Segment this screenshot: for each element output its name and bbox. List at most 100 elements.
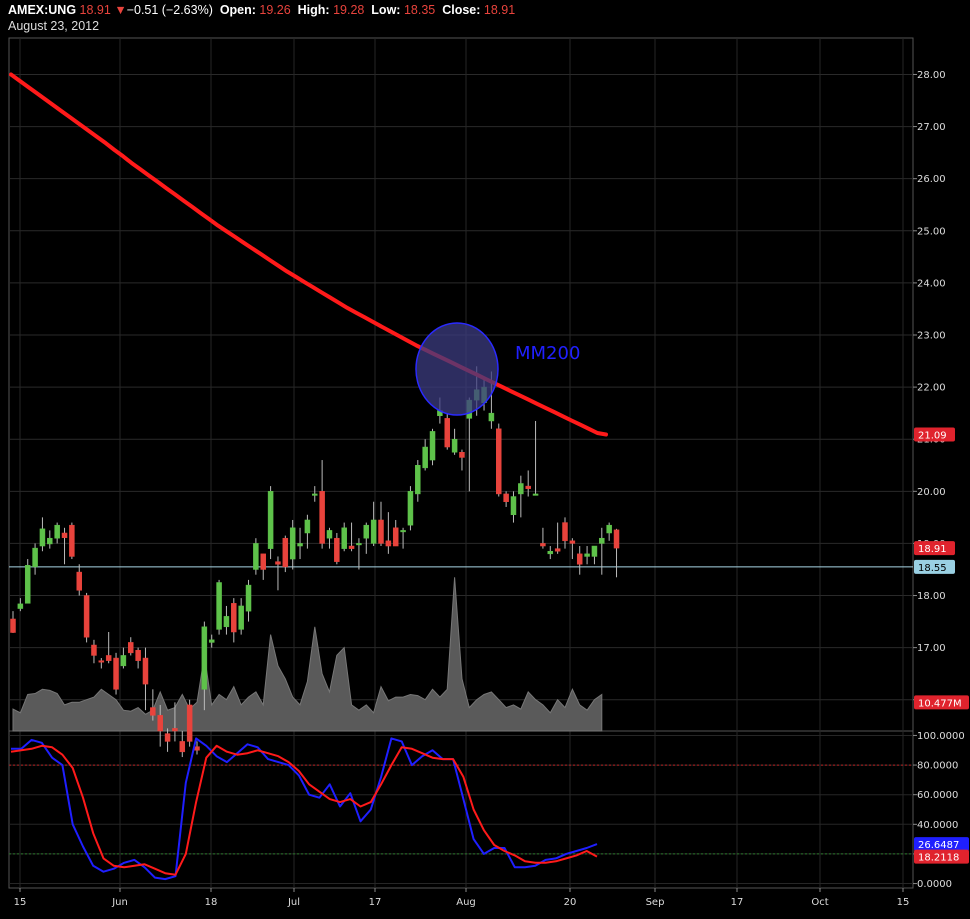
candle (591, 545, 598, 565)
candle-body (429, 431, 436, 461)
y-tick-label: 26.00 (917, 174, 946, 185)
candle-body (304, 519, 311, 534)
candle (47, 530, 53, 549)
candle-body (407, 491, 414, 526)
candle (547, 546, 554, 560)
candle-body (17, 603, 24, 609)
x-tick-label: 15 (14, 897, 27, 908)
stoch-k-line (11, 737, 598, 881)
highlight-circle (415, 322, 499, 416)
candle (76, 564, 82, 596)
candle (407, 486, 414, 531)
candle (415, 460, 421, 502)
candle-body (540, 543, 546, 547)
candle-body (554, 548, 561, 552)
candle (231, 598, 237, 643)
candle (392, 519, 399, 547)
candle-body (356, 543, 362, 546)
candle-body (370, 519, 377, 544)
candle-body (547, 550, 554, 555)
candle-body (120, 655, 127, 667)
candle-body (363, 524, 370, 539)
candle-body (179, 741, 186, 753)
x-tick-label: 17 (369, 897, 382, 908)
stoch-tag: 26.6487 (914, 837, 969, 852)
candle-body (510, 496, 517, 516)
candle (54, 522, 60, 544)
x-tick-label: 20 (564, 897, 577, 908)
candle-body (105, 655, 112, 661)
candle (554, 522, 561, 554)
y-tick-label: 18.00 (917, 591, 946, 602)
candle (83, 592, 90, 643)
candle-body (231, 603, 237, 633)
candle (348, 522, 355, 552)
y-tick-label: 0.0000 (917, 879, 952, 890)
candle-body (39, 528, 46, 547)
candle-body (194, 746, 200, 751)
candle (216, 579, 222, 635)
candle-body (128, 642, 134, 654)
x-tick-label: 15 (897, 897, 910, 908)
candle-body (341, 527, 347, 549)
candle-body (496, 428, 502, 495)
ma200-line (9, 72, 608, 437)
candle (32, 543, 38, 575)
candle-body (172, 728, 178, 732)
candle-body (208, 639, 215, 643)
price-chart[interactable]: MM200 28.00 27.00 26.00 25.00 24.00 23.00 22.0… (0, 0, 970, 919)
y-tick-label: 100.0000 (917, 731, 965, 742)
candle-body (326, 530, 333, 539)
price-tag-text: 21.09 (918, 431, 947, 442)
candle-body (348, 545, 355, 549)
candle (253, 538, 259, 575)
candle-body (385, 540, 392, 547)
candle (238, 598, 244, 635)
candle-body (61, 532, 68, 538)
y-tick-label: 17.00 (917, 643, 946, 654)
candle (17, 598, 24, 612)
candle-body (267, 491, 274, 549)
candle (10, 611, 16, 634)
candle (61, 527, 68, 565)
candle-body (76, 571, 82, 591)
candle (128, 637, 134, 656)
volume-area (12, 577, 603, 732)
candle-body (223, 616, 230, 628)
candle (39, 517, 46, 552)
price-tag: 18.91 (914, 541, 955, 556)
candle-body (253, 543, 259, 570)
candle (451, 428, 458, 455)
candle (540, 527, 546, 549)
stochastic-lines (10, 737, 598, 881)
y-tick-label: 27.00 (917, 122, 946, 133)
candle (569, 538, 576, 560)
candle-body (488, 412, 495, 422)
candle (135, 647, 141, 669)
candle-body (392, 527, 399, 547)
candle (297, 527, 303, 560)
candle (179, 731, 186, 758)
candle (378, 501, 384, 547)
grid (9, 38, 913, 888)
stoch-tag-text: 18.2118 (918, 853, 959, 864)
y-tick-label: 25.00 (917, 226, 946, 237)
candle-body (503, 493, 509, 502)
candle-body (83, 595, 90, 638)
candle-body (69, 524, 75, 557)
candle (113, 652, 119, 695)
candle (91, 639, 97, 664)
candle-body (91, 644, 97, 656)
candle (98, 658, 105, 669)
candle-body (400, 530, 406, 533)
y-tick-label: 22.00 (917, 383, 946, 394)
candle (341, 522, 347, 552)
candle (429, 428, 436, 466)
candle (606, 522, 612, 541)
candle (459, 449, 465, 471)
candle (356, 538, 362, 570)
price-tag: 18.55 (914, 559, 955, 574)
candle-body (569, 540, 576, 544)
x-tick-label: 17 (731, 897, 744, 908)
candle (245, 579, 252, 622)
